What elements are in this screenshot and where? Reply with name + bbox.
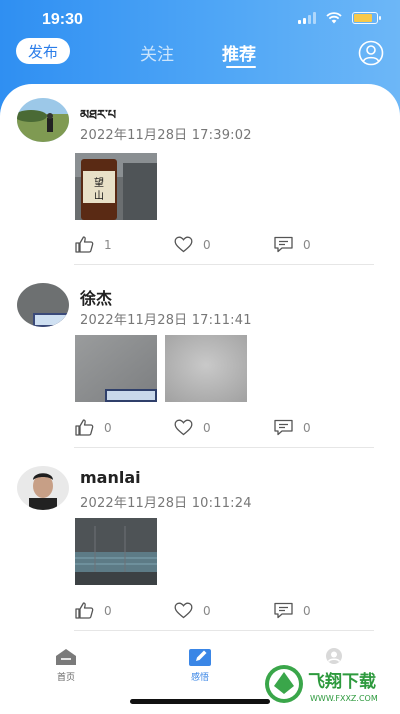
user-profile-icon[interactable]	[358, 40, 384, 66]
comment-count: 0	[303, 237, 311, 252]
avatar[interactable]	[17, 283, 69, 327]
status-time: 19:30	[42, 11, 83, 28]
post-image[interactable]	[75, 335, 157, 402]
post-image[interactable]	[165, 335, 247, 402]
divider	[74, 264, 374, 265]
watermark-url: WWW.FXXZ.COM	[310, 694, 378, 703]
favorite-button[interactable]: 0	[174, 236, 211, 253]
heart-icon	[174, 236, 193, 253]
avatar[interactable]	[17, 98, 69, 142]
feed[interactable]: མཐར་པ 2022年11月28日 17:39:02 望 山 1 0 0 徐杰 …	[0, 84, 400, 639]
post-actions: 1 0 0	[0, 236, 400, 256]
thumbs-up-icon	[75, 419, 94, 436]
tab-follow[interactable]: 关注	[140, 40, 174, 65]
thumbs-up-icon	[75, 602, 94, 619]
watermark-title: 飞翔下载	[308, 671, 376, 692]
edit-note-icon	[189, 649, 211, 666]
comment-button[interactable]: 0	[274, 236, 311, 253]
status-bar: 19:30	[0, 0, 400, 40]
cellular-signal-icon	[298, 12, 316, 24]
post-image[interactable]: 望 山	[75, 153, 157, 220]
post-username[interactable]: 徐杰	[80, 285, 112, 309]
home-icon	[56, 649, 76, 665]
comment-count: 0	[303, 603, 311, 618]
favorite-button[interactable]: 0	[174, 419, 211, 436]
svg-text:山: 山	[94, 190, 104, 202]
like-count: 0	[104, 420, 112, 435]
favorite-count: 0	[203, 420, 211, 435]
like-count: 1	[104, 237, 112, 252]
svg-text:望: 望	[94, 176, 104, 189]
heart-icon	[174, 419, 193, 436]
divider	[74, 630, 374, 631]
comment-button[interactable]: 0	[274, 602, 311, 619]
thumbs-up-icon	[75, 236, 94, 253]
tab-recommend[interactable]: 推荐	[222, 40, 256, 65]
like-button[interactable]: 0	[75, 419, 112, 436]
post-timestamp: 2022年11月28日 17:11:41	[80, 313, 252, 328]
like-count: 0	[104, 603, 112, 618]
active-tab-indicator	[226, 66, 256, 68]
post-actions: 0 0 0	[0, 419, 400, 439]
tab-home-label: 首页	[56, 673, 75, 683]
comment-button[interactable]: 0	[274, 419, 311, 436]
like-button[interactable]: 1	[75, 236, 112, 253]
watermark-logo: 飞翔下载 WWW.FXXZ.COM	[262, 660, 396, 710]
post-username[interactable]: manlai	[80, 468, 141, 487]
tab-insights-label: 感悟	[190, 673, 209, 683]
post-image[interactable]	[75, 518, 157, 585]
like-button[interactable]: 0	[75, 602, 112, 619]
publish-button[interactable]: 发布	[16, 38, 70, 64]
wifi-icon	[326, 12, 342, 24]
post-actions: 0 0 0	[0, 602, 400, 622]
comment-icon	[274, 602, 293, 619]
comment-icon	[274, 236, 293, 253]
tab-home[interactable]: 首页	[36, 647, 96, 683]
heart-icon	[174, 602, 193, 619]
header: 发布 关注 推荐	[0, 36, 400, 72]
favorite-count: 0	[203, 603, 211, 618]
favorite-button[interactable]: 0	[174, 602, 211, 619]
tab-insights[interactable]: 感悟	[170, 647, 230, 683]
home-indicator	[130, 699, 270, 704]
avatar[interactable]	[17, 466, 69, 510]
favorite-count: 0	[203, 237, 211, 252]
post-timestamp: 2022年11月28日 10:11:24	[80, 496, 252, 511]
battery-icon	[352, 12, 381, 24]
status-icons	[298, 12, 381, 24]
comment-icon	[274, 419, 293, 436]
post-timestamp: 2022年11月28日 17:39:02	[80, 128, 252, 143]
comment-count: 0	[303, 420, 311, 435]
divider	[74, 447, 374, 448]
